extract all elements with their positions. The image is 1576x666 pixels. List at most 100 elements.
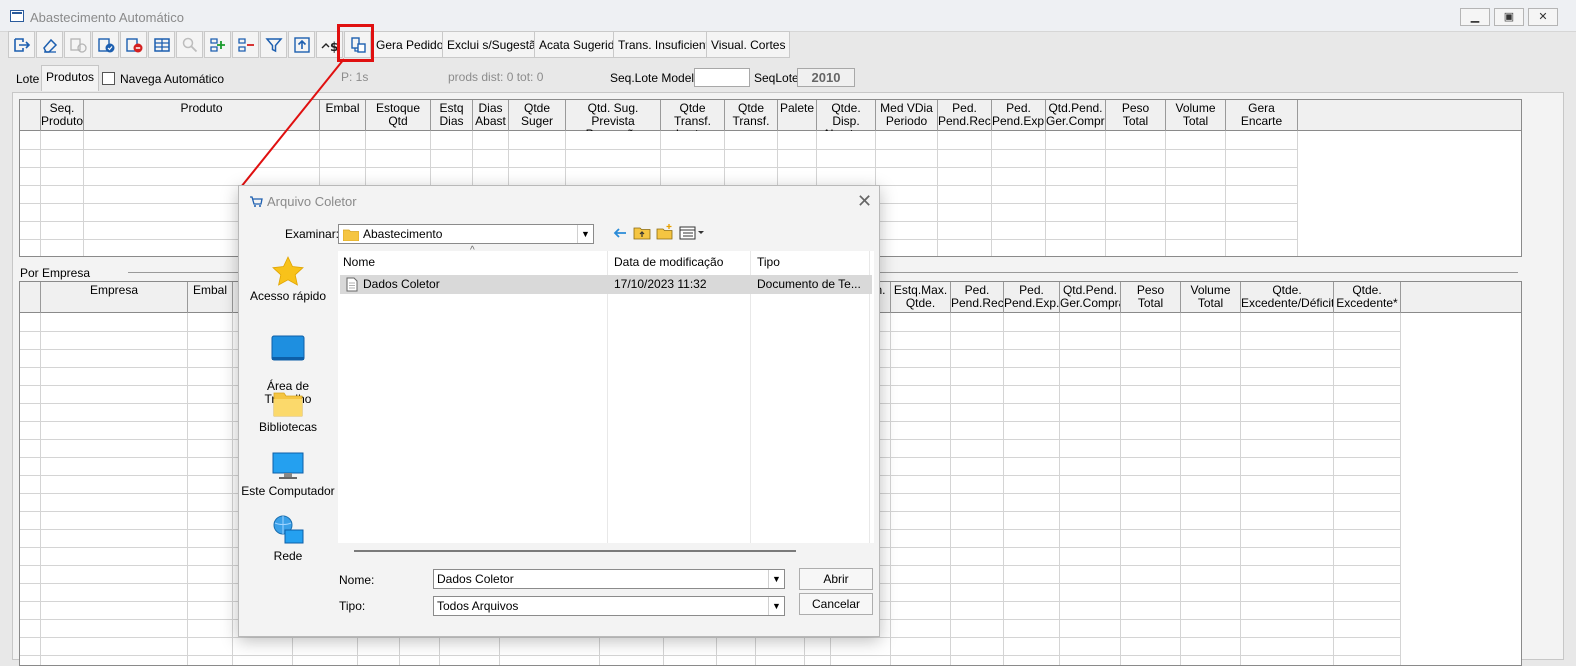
highlight-box xyxy=(337,24,374,62)
column-header[interactable]: Embal xyxy=(188,282,233,313)
column-header[interactable]: Ped. Pend.Rec. xyxy=(938,100,992,131)
folder-select[interactable]: Abastecimento ▼ xyxy=(338,224,594,244)
column-header[interactable]: Peso Total xyxy=(1106,100,1166,131)
close-window-button[interactable]: ✕ xyxy=(1528,8,1558,26)
grid-line xyxy=(1059,313,1060,665)
column-header[interactable]: Peso Total xyxy=(1121,282,1181,313)
column-header[interactable]: Estoque Qtd xyxy=(366,100,431,131)
column-header[interactable]: Qtd.Pend. Ger.Compra xyxy=(1046,100,1106,131)
col-tipo[interactable]: Tipo xyxy=(757,255,780,269)
column-header[interactable]: Ped. Pend.Exp. xyxy=(992,100,1046,131)
column-header[interactable]: Empresa xyxy=(41,282,188,313)
column-header[interactable]: Qtde Transf. xyxy=(725,100,778,131)
column-header[interactable]: Seq. Produto xyxy=(41,100,84,131)
visual-cortes-button[interactable]: Visual. Cortes xyxy=(706,31,791,58)
column-header[interactable]: Qtde Transf. Lastro xyxy=(661,100,725,131)
new-folder-icon[interactable] xyxy=(656,224,674,240)
file-list[interactable]: ^ Nome Data de modificação Tipo Dados Co… xyxy=(338,245,874,543)
column-header[interactable]: Estq.Max. Qtde. xyxy=(891,282,951,313)
tab-lote[interactable]: Lote xyxy=(12,69,43,89)
seq-lote-modelo-input[interactable] xyxy=(694,68,750,87)
up-folder-icon[interactable] xyxy=(633,225,651,240)
table-row xyxy=(20,637,1401,638)
trans-insuficiente-button[interactable]: Trans. Insuficiente xyxy=(613,31,721,58)
column-header[interactable]: Ped. Pend.Rec. xyxy=(951,282,1004,313)
computer-icon xyxy=(272,452,304,479)
title-bar: Abastecimento Automático ▁ ▣ ✕ xyxy=(0,0,1576,32)
column-header[interactable]: Qtde Suger xyxy=(509,100,566,131)
place-este-computador[interactable]: Este Computador xyxy=(239,451,337,498)
minimize-button[interactable]: ▁ xyxy=(1460,8,1490,26)
column-header[interactable]: Qtde. Excedente/Déficit* xyxy=(1241,282,1334,313)
grid-line xyxy=(187,313,188,665)
folder-select-value: Abastecimento xyxy=(363,227,443,241)
add-row-icon[interactable] xyxy=(204,31,231,58)
column-header[interactable]: Dias Abast xyxy=(473,100,509,131)
col-nome[interactable]: Nome xyxy=(343,255,375,269)
grid-line xyxy=(40,313,41,665)
column-header[interactable]: Med VDia Periodo xyxy=(876,100,938,131)
tipo-select[interactable]: Todos Arquivos ▼ xyxy=(433,596,785,616)
column-header[interactable]: Gera Encarte xyxy=(1226,100,1298,131)
place-rede[interactable]: Rede xyxy=(239,514,337,563)
column-header[interactable]: Ped. Pend.Exp. xyxy=(1004,282,1060,313)
col-divider xyxy=(869,251,870,543)
eraser-icon[interactable] xyxy=(36,31,63,58)
column-header[interactable]: Embal xyxy=(320,100,366,131)
nome-input[interactable]: Dados Coletor ▼ xyxy=(433,569,785,589)
table-row xyxy=(20,167,1298,168)
grid-line xyxy=(1400,313,1401,665)
network-icon xyxy=(273,515,304,544)
dialog-title: Arquivo Coletor xyxy=(267,194,357,209)
column-header[interactable]: Palete xyxy=(778,100,817,131)
cancel-icon[interactable] xyxy=(120,31,147,58)
col-data[interactable]: Data de modificação xyxy=(614,255,723,269)
star-icon xyxy=(272,256,304,286)
abrir-button[interactable]: Abrir xyxy=(799,568,873,590)
exclui-sugestao-button[interactable]: Exclui s/Sugestão xyxy=(442,31,548,58)
navega-automatico-label: Navega Automático xyxy=(120,72,225,86)
file-type: Documento de Te... xyxy=(757,277,861,291)
column-header[interactable]: Volume Total xyxy=(1181,282,1241,313)
tab-produtos[interactable]: Produtos xyxy=(41,65,100,91)
dialog-close-icon[interactable]: ✕ xyxy=(857,191,872,212)
place-bibliotecas[interactable]: Bibliotecas xyxy=(239,389,337,434)
seqlote-label: SeqLote xyxy=(754,71,799,85)
exit-icon[interactable] xyxy=(8,31,35,58)
back-arrow-icon[interactable] xyxy=(612,226,628,240)
filter-icon[interactable] xyxy=(260,31,287,58)
window-title: Abastecimento Automático xyxy=(30,10,184,25)
horizontal-scrollbar[interactable] xyxy=(354,550,796,552)
column-header[interactable]: Volume Total xyxy=(1166,100,1226,131)
grid-line xyxy=(1003,313,1004,665)
view-menu-icon[interactable] xyxy=(679,226,705,240)
file-date: 17/10/2023 11:32 xyxy=(614,277,707,291)
remove-row-icon[interactable] xyxy=(232,31,259,58)
grid-line xyxy=(1180,313,1181,665)
seq-lote-modelo-label: Seq.Lote Modelo xyxy=(610,71,701,85)
status-prods: prods dist: 0 tot: 0 xyxy=(448,70,544,84)
table-row xyxy=(20,149,1298,150)
status-p: P: 1s xyxy=(341,70,369,84)
cancelar-button[interactable]: Cancelar xyxy=(799,593,873,615)
place-acesso-rapido[interactable]: Acesso rápido xyxy=(239,256,337,303)
tipo-label: Tipo: xyxy=(339,599,366,613)
grid-line xyxy=(890,313,891,665)
column-header[interactable]: Qtd.Pend. Ger.Compra xyxy=(1060,282,1121,313)
file-row[interactable]: Dados Coletor 17/10/2023 11:32 Documento… xyxy=(340,275,872,294)
column-header[interactable]: Qtde. Disp. Abastec. xyxy=(817,100,876,131)
table-icon[interactable] xyxy=(148,31,175,58)
maximize-button[interactable]: ▣ xyxy=(1494,8,1524,26)
navega-automatico-checkbox[interactable] xyxy=(102,72,115,85)
column-header[interactable]: Estq Dias xyxy=(431,100,473,131)
confirm-icon[interactable] xyxy=(92,31,119,58)
row-indicator-header xyxy=(20,282,41,313)
app-icon xyxy=(10,10,24,22)
column-header[interactable]: Produto xyxy=(84,100,320,131)
col-divider xyxy=(750,251,751,543)
column-header[interactable]: Qtd. Sug. Prevista Promoção xyxy=(566,100,661,131)
grid-line xyxy=(232,313,233,665)
libraries-folder-icon xyxy=(273,392,303,417)
export-icon[interactable] xyxy=(288,31,315,58)
column-header[interactable]: Qtde. Excedente* xyxy=(1334,282,1401,313)
